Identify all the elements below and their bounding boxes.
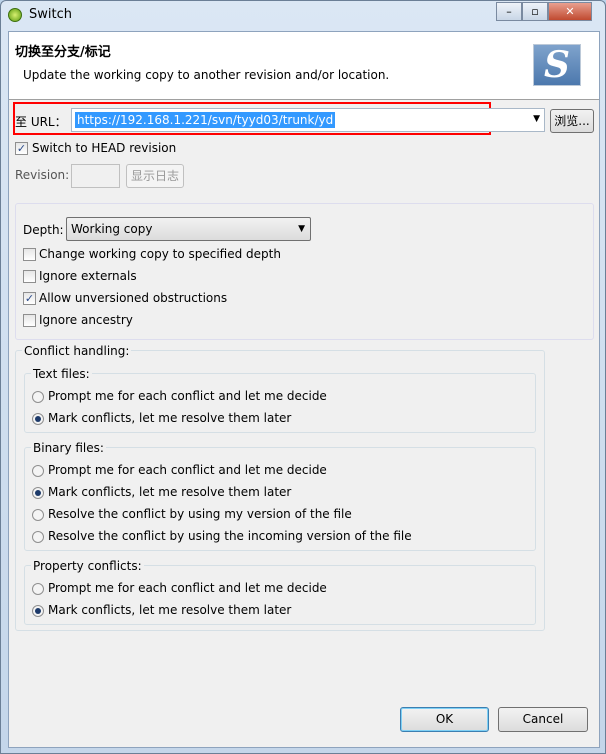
binary-theirs-label: Resolve the conflict by using the incomi… (48, 529, 412, 543)
revision-label: Revision: (15, 168, 70, 182)
text-mark-radio[interactable] (32, 413, 44, 425)
allow-unversioned-label: Allow unversioned obstructions (39, 291, 228, 305)
revision-input[interactable] (71, 164, 120, 188)
ignore-ancestry-checkbox[interactable] (23, 314, 36, 327)
depth-label: Depth: (23, 223, 64, 237)
browse-button[interactable]: 浏览... (550, 109, 594, 133)
minimize-button[interactable]: – (496, 2, 522, 21)
url-combobox[interactable]: https://192.168.1.221/svn/tyyd03/trunk/y… (71, 108, 545, 132)
change-depth-label: Change working copy to specified depth (39, 247, 281, 261)
binary-files-group: Binary files: Prompt me for each conflic… (24, 441, 536, 551)
switch-dialog: Switch – ▫ ✕ 切换至分支/标记 Update the working… (0, 0, 606, 754)
page-subtitle: Update the working copy to another revis… (23, 68, 390, 82)
head-revision-checkbox[interactable]: ✓ (15, 142, 28, 155)
title-bar: Switch – ▫ ✕ (1, 1, 605, 29)
binary-theirs-radio[interactable] (32, 531, 44, 543)
binary-mine-radio[interactable] (32, 509, 44, 521)
binary-prompt-label: Prompt me for each conflict and let me d… (48, 463, 327, 477)
conflict-handling-label: Conflict handling: (22, 344, 132, 358)
property-conflicts-group: Property conflicts: Prompt me for each c… (24, 559, 536, 625)
depth-select[interactable]: Working copy ▼ (66, 217, 311, 241)
close-button[interactable]: ✕ (548, 2, 592, 21)
property-mark-label: Mark conflicts, let me resolve them late… (48, 603, 292, 617)
dialog-header: 切换至分支/标记 Update the working copy to anot… (9, 32, 599, 100)
property-mark-radio[interactable] (32, 605, 44, 617)
depth-value: Working copy (71, 222, 153, 236)
head-revision-label: Switch to HEAD revision (32, 141, 177, 155)
text-files-group: Text files: Prompt me for each conflict … (24, 367, 536, 433)
svn-logo-icon: S (533, 44, 581, 86)
url-label: 至 URL： (15, 115, 67, 129)
text-mark-label: Mark conflicts, let me resolve them late… (48, 411, 292, 425)
text-prompt-label: Prompt me for each conflict and let me d… (48, 389, 327, 403)
ok-button[interactable]: OK (400, 707, 489, 732)
text-files-label: Text files: (31, 367, 92, 381)
eclipse-app-icon (8, 8, 22, 22)
cancel-button[interactable]: Cancel (498, 707, 588, 732)
dropdown-arrow-icon: ▼ (298, 224, 305, 234)
property-prompt-label: Prompt me for each conflict and let me d… (48, 581, 327, 595)
maximize-button[interactable]: ▫ (522, 2, 548, 21)
window-title: Switch (29, 7, 72, 22)
allow-unversioned-checkbox[interactable]: ✓ (23, 292, 36, 305)
binary-files-label: Binary files: (31, 441, 106, 455)
ignore-ancestry-label: Ignore ancestry (39, 313, 133, 327)
url-input[interactable]: https://192.168.1.221/svn/tyyd03/trunk/y… (75, 112, 336, 128)
binary-prompt-radio[interactable] (32, 465, 44, 477)
dialog-body: 切换至分支/标记 Update the working copy to anot… (8, 31, 600, 748)
conflict-handling-group: Conflict handling: Text files: Prompt me… (15, 344, 545, 631)
page-title: 切换至分支/标记 (15, 45, 111, 60)
binary-mark-label: Mark conflicts, let me resolve them late… (48, 485, 292, 499)
text-prompt-radio[interactable] (32, 391, 44, 403)
binary-mark-radio[interactable] (32, 487, 44, 499)
depth-group: Depth: Working copy ▼ Change working cop… (15, 203, 594, 340)
property-conflicts-label: Property conflicts: (31, 559, 144, 573)
dropdown-arrow-icon[interactable]: ▼ (533, 114, 540, 124)
show-log-button[interactable]: 显示日志 (126, 164, 184, 188)
ignore-externals-checkbox[interactable] (23, 270, 36, 283)
property-prompt-radio[interactable] (32, 583, 44, 595)
change-depth-checkbox[interactable] (23, 248, 36, 261)
ignore-externals-label: Ignore externals (39, 269, 137, 283)
binary-mine-label: Resolve the conflict by using my version… (48, 507, 352, 521)
